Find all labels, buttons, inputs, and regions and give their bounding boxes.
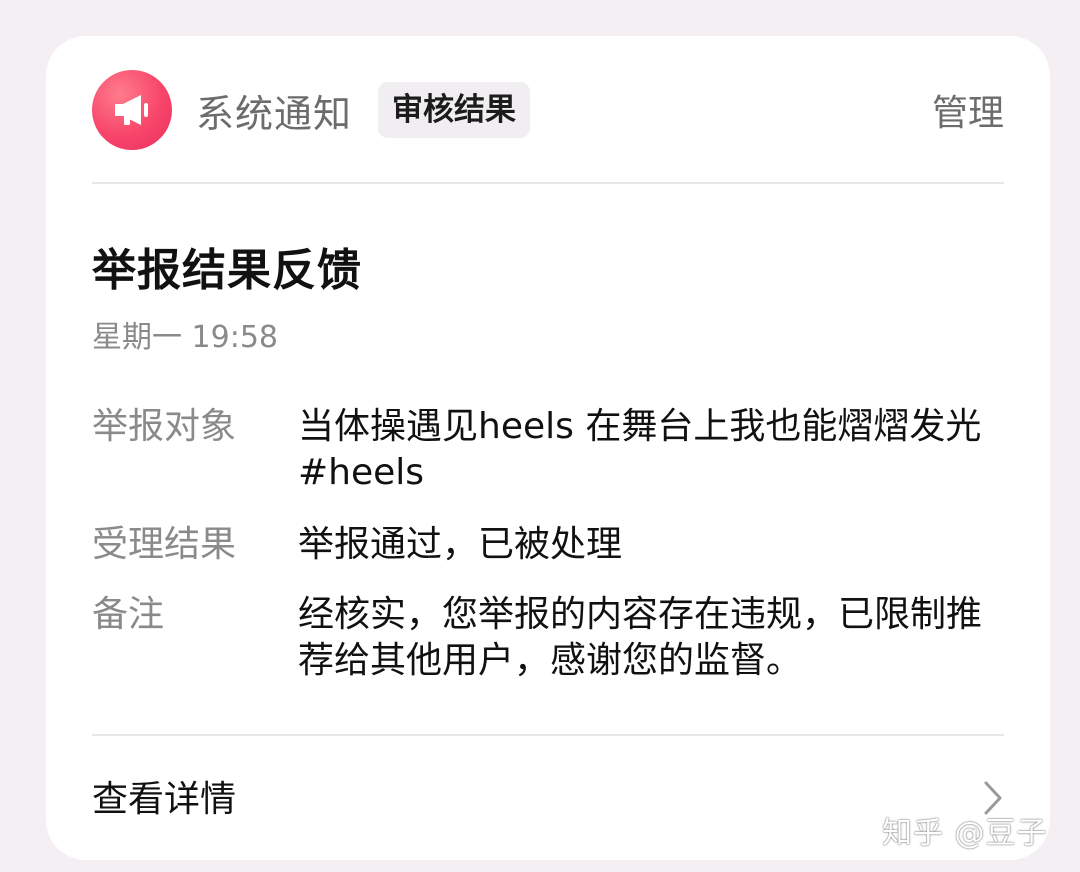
report-target-row: 举报对象 当体操遇见heels 在舞台上我也能熠熠发光#heels xyxy=(92,404,1004,496)
notification-card: 系统通知 审核结果 管理 举报结果反馈 星期一 19:58 举报对象 当体操遇见… xyxy=(46,36,1050,860)
remark-value: 经核实，您举报的内容存在违规，已限制推荐给其他用户，感谢您的监督。 xyxy=(298,594,983,681)
header-divider xyxy=(92,182,1004,184)
remark-label: 备注 xyxy=(92,594,165,635)
view-details-link[interactable]: 查看详情 xyxy=(92,770,236,822)
category-tag: 审核结果 xyxy=(378,82,531,138)
footer-divider xyxy=(92,734,1004,736)
result-value: 举报通过，已被处理 xyxy=(298,524,623,565)
watermark-text: 知乎 @豆子 xyxy=(882,816,1048,851)
manage-button[interactable]: 管理 xyxy=(932,84,1004,136)
notification-time: 星期一 19:58 xyxy=(92,320,278,355)
remark-row: 备注 经核实，您举报的内容存在违规，已限制推荐给其他用户，感谢您的监督。 xyxy=(92,592,1004,684)
sender-name: 系统通知 xyxy=(196,91,353,136)
megaphone-icon xyxy=(115,95,148,125)
report-target-value: 当体操遇见heels 在舞台上我也能熠熠发光#heels xyxy=(298,406,982,493)
notification-title: 举报结果反馈 xyxy=(92,245,362,296)
card-header: 系统通知 审核结果 管理 xyxy=(92,70,1004,150)
result-row: 受理结果 举报通过，已被处理 xyxy=(92,522,1004,568)
sender-avatar[interactable] xyxy=(92,70,172,150)
report-target-label: 举报对象 xyxy=(92,406,237,447)
result-label: 受理结果 xyxy=(92,524,237,565)
